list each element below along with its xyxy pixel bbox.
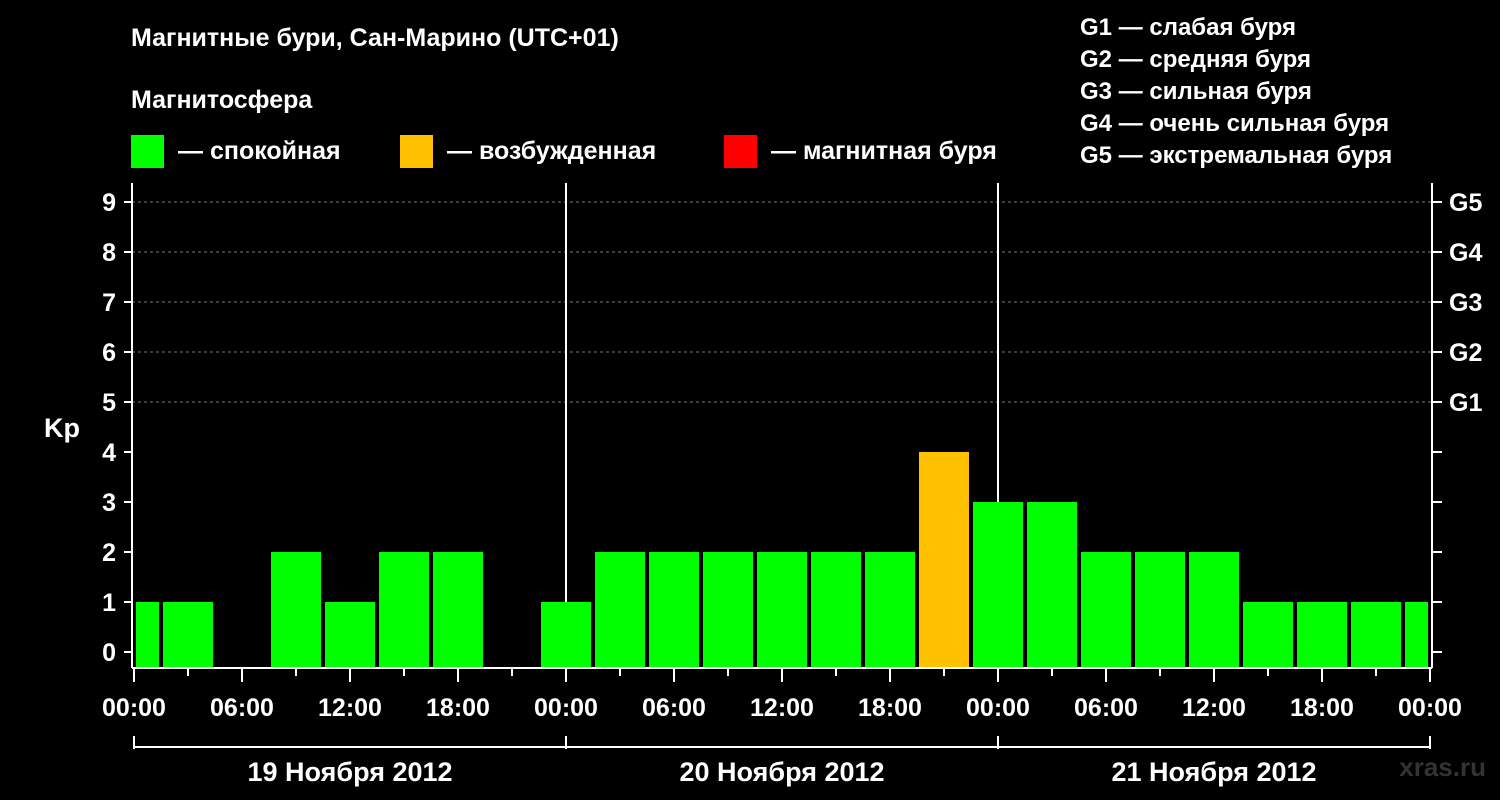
kp-bar bbox=[1135, 552, 1185, 668]
x-tick-label: 12:00 bbox=[318, 694, 382, 722]
kp-bar-chart: 0 1 2 3 4 5 6 7 8 9 G1 G2 G3 G4 G5 Kp 00:00 06:00 12:00 18:… bbox=[44, 183, 1482, 787]
kp-bar bbox=[433, 552, 483, 668]
x-tick-label: 06:00 bbox=[1074, 694, 1138, 722]
x-tick-label: 00:00 bbox=[534, 694, 598, 722]
y-tick-label: 9 bbox=[102, 189, 116, 217]
kp-bar bbox=[757, 552, 807, 668]
kp-bar bbox=[379, 552, 429, 668]
y-tick-label: 0 bbox=[102, 639, 116, 667]
y-tick-label: 1 bbox=[102, 589, 116, 617]
y-tick-label: 8 bbox=[102, 239, 116, 267]
g-tick-label: G4 bbox=[1449, 239, 1482, 267]
y-axis-label: Kp bbox=[44, 413, 80, 443]
kp-bar bbox=[1405, 602, 1428, 668]
y-tick-label: 7 bbox=[102, 289, 116, 317]
x-tick-label: 06:00 bbox=[642, 694, 706, 722]
x-tick-label: 00:00 bbox=[1398, 694, 1462, 722]
kp-bar bbox=[595, 552, 645, 668]
day-label: 19 Ноября 2012 bbox=[247, 757, 452, 787]
kp-bar bbox=[1297, 602, 1347, 668]
x-tick-label: 00:00 bbox=[102, 694, 166, 722]
x-tick-label: 06:00 bbox=[210, 694, 274, 722]
kp-bar bbox=[1081, 552, 1131, 668]
kp-bar bbox=[163, 602, 213, 668]
g-tick-label: G3 bbox=[1449, 289, 1482, 317]
kp-bar bbox=[703, 552, 753, 668]
day-label: 21 Ноября 2012 bbox=[1111, 757, 1316, 787]
kp-bar bbox=[1189, 552, 1239, 668]
kp-bar bbox=[811, 552, 861, 668]
watermark: xras.ru bbox=[1399, 752, 1486, 782]
y-tick-label: 3 bbox=[102, 489, 116, 517]
g-tick-label: G2 bbox=[1449, 339, 1482, 367]
kp-bar bbox=[1351, 602, 1401, 668]
kp-bar bbox=[271, 552, 321, 668]
x-tick-label: 18:00 bbox=[858, 694, 922, 722]
kp-bar bbox=[541, 602, 591, 668]
day-label: 20 Ноября 2012 bbox=[679, 757, 884, 787]
g-tick-label: G1 bbox=[1449, 389, 1482, 417]
kp-bar bbox=[649, 552, 699, 668]
x-tick-label: 00:00 bbox=[966, 694, 1030, 722]
y-tick-label: 2 bbox=[102, 539, 116, 567]
kp-bar bbox=[1027, 502, 1077, 668]
x-tick-label: 18:00 bbox=[426, 694, 490, 722]
y-tick-label: 6 bbox=[102, 339, 116, 367]
kp-bar bbox=[919, 452, 969, 668]
y-tick-label: 4 bbox=[102, 439, 116, 467]
kp-bar bbox=[136, 602, 159, 668]
kp-bar bbox=[1243, 602, 1293, 668]
kp-bar bbox=[325, 602, 375, 668]
kp-bar bbox=[973, 502, 1023, 668]
g-tick-label: G5 bbox=[1449, 189, 1482, 217]
x-tick-label: 12:00 bbox=[1182, 694, 1246, 722]
x-tick-label: 12:00 bbox=[750, 694, 814, 722]
y-tick-label: 5 bbox=[102, 389, 116, 417]
kp-bar bbox=[865, 552, 915, 668]
x-tick-label: 18:00 bbox=[1290, 694, 1354, 722]
